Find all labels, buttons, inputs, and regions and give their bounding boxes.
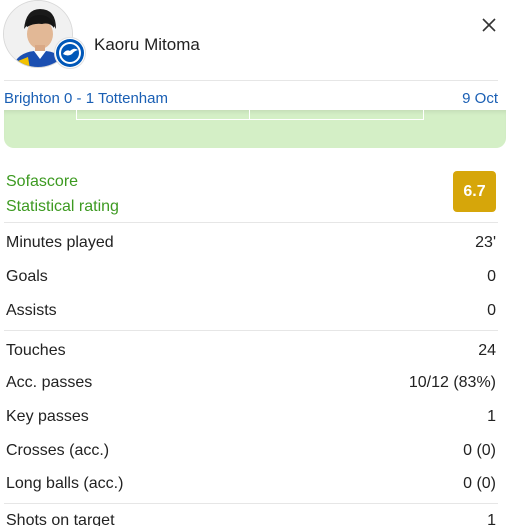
stat-value: 0 (487, 302, 496, 319)
rating-title-line1: Sofascore (6, 173, 79, 190)
player-stats-panel: Kaoru Mitoma Brighton 0 - 1 Tottenham 9 … (0, 0, 506, 526)
match-link[interactable]: Brighton 0 - 1 Tottenham (4, 90, 168, 107)
divider (4, 80, 498, 81)
close-button[interactable] (476, 12, 502, 38)
pitch-line (249, 110, 250, 120)
stat-label: Assists (6, 302, 57, 319)
divider (4, 503, 498, 504)
stat-row-touches: Touches 24 (6, 342, 496, 364)
stat-value: 0 (487, 268, 496, 285)
stat-value: 1 (487, 512, 496, 526)
heatmap-pitch (4, 110, 506, 148)
stat-row-long-balls: Long balls (acc.) 0 (0) (6, 475, 496, 497)
stat-row-goals: Goals 0 (6, 268, 496, 290)
rating-badge: 6.7 (453, 171, 496, 212)
close-icon (482, 18, 496, 32)
rating-title-line2: Statistical rating (6, 198, 119, 215)
stat-row-minutes-played: Minutes played 23' (6, 234, 496, 256)
pitch-line (76, 119, 424, 120)
stat-label: Crosses (acc.) (6, 442, 110, 459)
stat-value: 10/12 (83%) (408, 374, 496, 391)
player-name: Kaoru Mitoma (94, 35, 200, 54)
rating-title: Sofascore Statistical rating (6, 169, 119, 219)
stat-row-shots-on-target: Shots on target 1 (6, 512, 496, 526)
divider (4, 330, 498, 331)
stat-label: Key passes (6, 408, 89, 425)
stat-label: Goals (6, 268, 48, 285)
stat-row-assists: Assists 0 (6, 302, 496, 324)
stat-value: 23' (475, 234, 496, 251)
stat-value: 0 (0) (463, 442, 496, 459)
stat-value: 0 (0) (463, 475, 496, 492)
team-logo-icon (54, 37, 86, 69)
stat-label: Minutes played (6, 234, 114, 251)
match-row: Brighton 0 - 1 Tottenham 9 Oct (0, 82, 506, 110)
pitch-line (423, 110, 424, 120)
player-header: Kaoru Mitoma (0, 0, 506, 80)
stat-value: 1 (487, 408, 496, 425)
stat-label: Acc. passes (6, 374, 93, 391)
stat-row-crosses: Crosses (acc.) 0 (0) (6, 442, 496, 464)
stat-label: Shots on target (6, 512, 115, 526)
stat-label: Touches (6, 342, 66, 359)
divider (4, 222, 498, 223)
stat-value: 24 (478, 342, 496, 359)
match-date: 9 Oct (462, 90, 498, 107)
stat-row-acc-passes: Acc. passes 10/12 (83%) (6, 374, 496, 396)
stat-label: Long balls (acc.) (6, 475, 124, 492)
stat-row-key-passes: Key passes 1 (6, 408, 496, 430)
